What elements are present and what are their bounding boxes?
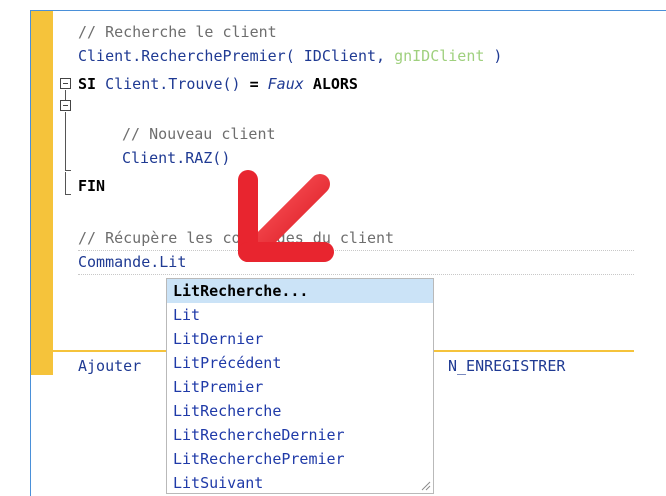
call-arg1: IDClient [303, 47, 377, 65]
code-line-raz[interactable]: Client.RAZ() [122, 146, 230, 170]
keyword-fin: FIN [78, 177, 106, 195]
keyword-alors: ALORS [312, 75, 358, 93]
ajouter-tail-text: N_ENREGISTRER [448, 357, 566, 375]
autocomplete-item[interactable]: Lit [167, 303, 433, 327]
code-line-ajouter-tail: N_ENREGISTRER [448, 354, 565, 378]
code-line-si[interactable]: SI Client.Trouve() = Faux ALORS [78, 72, 358, 96]
fold-line [65, 112, 66, 170]
fold-toggle-si-icon[interactable] [60, 78, 71, 89]
autocomplete-item[interactable]: LitRechercheDernier [167, 423, 433, 447]
fold-line [65, 172, 66, 194]
comment-new-client: // Nouveau client [122, 125, 276, 143]
si-method: .Trouve() [159, 75, 241, 93]
fold-line [65, 90, 66, 100]
code-line-fin[interactable]: FIN [78, 174, 105, 198]
cmd-object: Commande [78, 253, 151, 271]
call-method: .RecherchePremier( [132, 47, 304, 65]
si-object: Client [105, 75, 160, 93]
call-object: Client [78, 47, 133, 65]
fold-toggle-block-icon[interactable] [60, 100, 71, 111]
fold-line-end [65, 170, 71, 171]
editor-gutter [31, 11, 53, 375]
resize-grip-icon[interactable] [419, 479, 431, 491]
code-line-recherche[interactable]: Client.RecherchePremier( IDClient, gnIDC… [78, 44, 502, 68]
call-arg2: gnIDClient [394, 47, 485, 65]
autocomplete-item[interactable]: LitSuivant [167, 471, 433, 493]
code-line-ajouter[interactable]: Ajouter [78, 354, 141, 378]
autocomplete-item[interactable]: LitPrécédent [167, 351, 433, 375]
line-separator [78, 274, 634, 275]
autocomplete-item[interactable]: LitRecherche... [167, 279, 433, 303]
autocomplete-popup[interactable]: LitRecherche... Lit LitDernier LitPrécéd… [166, 278, 434, 494]
keyword-si: SI [78, 75, 97, 93]
autocomplete-item[interactable]: LitDernier [167, 327, 433, 351]
autocomplete-item[interactable]: LitPremier [167, 375, 433, 399]
comment-search: // Recherche le client [78, 23, 277, 41]
code-line-commande[interactable]: Commande.Lit [78, 250, 186, 274]
autocomplete-item[interactable]: LitRecherche [167, 399, 433, 423]
cmd-method: .Lit [150, 253, 187, 271]
autocomplete-item[interactable]: LitRecherchePremier [167, 447, 433, 471]
fold-line-end [65, 194, 71, 195]
call-end: ) [484, 47, 503, 65]
si-eq: = [240, 75, 268, 93]
raz-object: Client [122, 149, 177, 167]
red-arrow-icon [238, 170, 334, 262]
si-value: Faux [267, 75, 304, 93]
raz-method: .RAZ() [176, 149, 231, 167]
ajouter-text: Ajouter [78, 357, 142, 375]
call-sep: , [376, 47, 395, 65]
